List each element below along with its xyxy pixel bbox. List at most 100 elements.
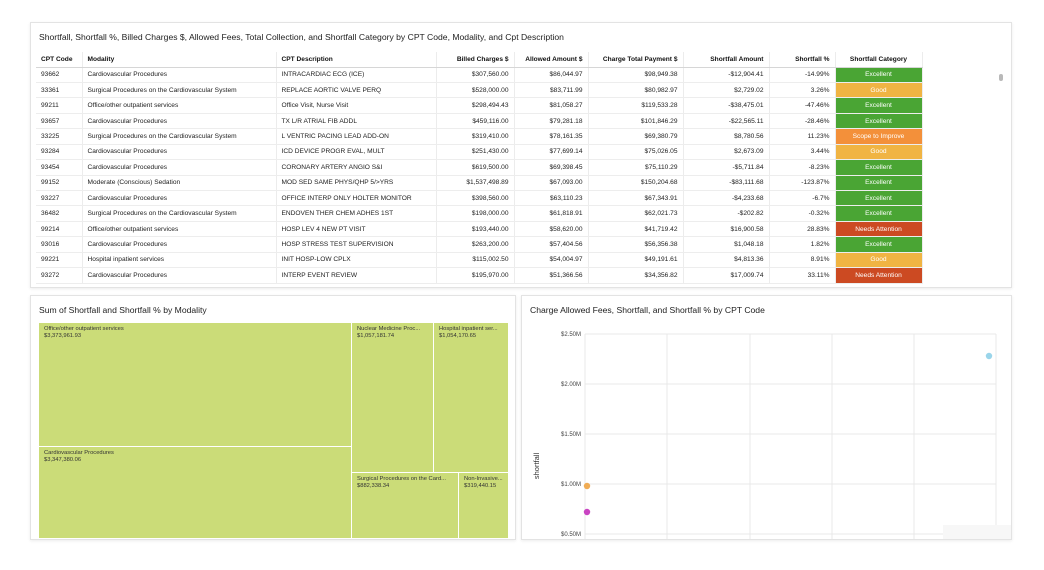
column-header-modality[interactable]: Modality — [82, 52, 277, 68]
allowed-amount-cell: $67,093.00 — [514, 175, 589, 192]
shortfall-amount-cell: -$22,565.11 — [683, 113, 770, 130]
table-row[interactable]: 99214 Office/other outpatient services HO… — [36, 221, 923, 238]
billed-charges-cell: $115,002.50 — [436, 252, 515, 269]
allowed-amount-cell: $79,281.18 — [514, 113, 589, 130]
table-row[interactable]: 93227 Cardiovascular Procedures OFFICE INT… — [36, 190, 923, 207]
modality-cell: Cardiovascular Procedures — [82, 236, 277, 253]
shortfall-percent-cell: -8.23% — [769, 159, 836, 176]
shortfall-percent-cell: 1.82% — [769, 236, 836, 253]
table-row[interactable]: 36482 Surgical Procedures on the Cardiova… — [36, 205, 923, 222]
shortfall-percent-cell: 11.23% — [769, 128, 836, 145]
allowed-amount-cell: $63,110.23 — [514, 190, 589, 207]
charge-total-payment-cell: $75,110.29 — [588, 159, 684, 176]
table-row[interactable]: 93657 Cardiovascular Procedures TX L/R ATR… — [36, 113, 923, 130]
column-header-billed-charges[interactable]: Billed Charges $ — [436, 52, 515, 68]
treemap-cell-hospital-inpatient[interactable]: Hospital inpatient ser... $1,054,170.65 — [434, 323, 509, 473]
treemap-cell-label: Surgical Procedures on the Card... — [357, 476, 446, 482]
treemap-cell-nuclear-medicine[interactable]: Nuclear Medicine Proc... $1,057,181.74 — [352, 323, 434, 473]
billed-charges-cell: $398,560.00 — [436, 190, 515, 207]
column-header-allowed-amount[interactable]: Allowed Amount $ — [514, 52, 589, 68]
cpt-code-cell: 33225 — [36, 128, 83, 145]
charge-total-payment-cell: $67,343.91 — [588, 190, 684, 207]
cpt-code-cell: 93016 — [36, 236, 83, 253]
cpt-description-cell: INTERP EVENT REVIEW — [276, 267, 437, 284]
shortfall-percent-cell: -14.99% — [769, 67, 836, 83]
scrollbar-thumb[interactable] — [999, 74, 1003, 81]
billed-charges-cell: $198,000.00 — [436, 205, 515, 222]
shortfall-percent-cell: -0.32% — [769, 205, 836, 222]
table-row[interactable]: 93454 Cardiovascular Procedures CORONARY A… — [36, 159, 923, 176]
shortfall-amount-cell: -$12,904.41 — [683, 67, 770, 83]
shortfall-category-cell: Excellent — [835, 159, 923, 176]
allowed-amount-cell: $58,620.00 — [514, 221, 589, 238]
table-row[interactable]: 99211 Office/other outpatient services Of… — [36, 97, 923, 114]
column-header-cpt-description[interactable]: CPT Description — [276, 52, 437, 68]
charge-total-payment-cell: $49,191.61 — [588, 252, 684, 269]
table-row[interactable]: 99152 Moderate (Conscious) Sedation MOD SE… — [36, 175, 923, 192]
column-header-shortfall-category[interactable]: Shortfall Category — [835, 52, 923, 68]
shortfall-amount-cell: $2,673.09 — [683, 144, 770, 161]
allowed-amount-cell: $81,058.27 — [514, 97, 589, 114]
modality-cell: Cardiovascular Procedures — [82, 267, 277, 284]
shortfall-category-cell: Scope to Improve — [835, 128, 923, 145]
shortfall-percent-cell: -123.87% — [769, 175, 836, 192]
treemap-cell-non-invasive[interactable]: Non-Invasive... $319,440.15 — [459, 473, 509, 539]
table-row[interactable]: 93662 Cardiovascular Procedures INTRACARDI… — [36, 67, 923, 83]
charge-total-payment-cell: $69,380.79 — [588, 128, 684, 145]
table-body: 93662 Cardiovascular Procedures INTRACARDI… — [36, 67, 923, 284]
shortfall-percent-cell: -6.7% — [769, 190, 836, 207]
column-header-shortfall-amount[interactable]: Shortfall Amount — [683, 52, 770, 68]
modality-cell: Cardiovascular Procedures — [82, 67, 277, 83]
y-tick-label: $1.50M — [561, 432, 581, 438]
column-header-shortfall-percent[interactable]: Shortfall % — [769, 52, 836, 68]
modality-cell: Cardiovascular Procedures — [82, 159, 277, 176]
treemap-cell-cardiovascular[interactable]: Cardiovascular Procedures $3,347,380.06 — [39, 447, 352, 539]
treemap-cell-surgical-cardiovascular[interactable]: Surgical Procedures on the Card... $882,3… — [352, 473, 459, 539]
treemap-title: Sum of Shortfall and Shortfall % by Moda… — [39, 305, 207, 315]
treemap-cell-office-outpatient[interactable]: Office/other outpatient services $3,373,9… — [39, 323, 352, 447]
allowed-amount-cell: $78,161.35 — [514, 128, 589, 145]
cpt-description-cell: MOD SED SAME PHYS/QHP 5/>YRS — [276, 175, 437, 192]
panel-corner-fade — [943, 525, 1011, 539]
table-row[interactable]: 93284 Cardiovascular Procedures ICD DEVICE… — [36, 144, 923, 161]
table-row[interactable]: 33361 Surgical Procedures on the Cardiova… — [36, 82, 923, 99]
shortfall-amount-cell: -$5,711.84 — [683, 159, 770, 176]
column-header-cpt-code[interactable]: CPT Code — [36, 52, 83, 68]
scatter-point[interactable] — [583, 508, 591, 516]
dashboard-canvas: Shortfall, Shortfall %, Billed Charges $… — [0, 0, 1044, 570]
shortfall-amount-cell: -$202.82 — [683, 205, 770, 222]
allowed-amount-cell: $69,398.45 — [514, 159, 589, 176]
table-header-row: CPT Code Modality CPT Description Billed Ch… — [36, 52, 923, 68]
column-header-charge-total-payment[interactable]: Charge Total Payment $ — [588, 52, 684, 68]
scatter-point[interactable] — [583, 482, 591, 490]
allowed-amount-cell: $83,711.99 — [514, 82, 589, 99]
shortfall-category-cell: Good — [835, 144, 923, 161]
allowed-amount-cell: $61,818.91 — [514, 205, 589, 222]
cpt-code-cell: 93227 — [36, 190, 83, 207]
table-row[interactable]: 93272 Cardiovascular Procedures INTERP EVE… — [36, 267, 923, 284]
shortfall-category-cell: Excellent — [835, 97, 923, 114]
charge-total-payment-cell: $41,719.42 — [588, 221, 684, 238]
treemap-cell-label: Office/other outpatient services — [44, 326, 124, 332]
cpt-code-cell: 36482 — [36, 205, 83, 222]
billed-charges-cell: $307,560.00 — [436, 67, 515, 83]
charge-total-payment-cell: $119,533.28 — [588, 97, 684, 114]
shortfall-amount-cell: $4,813.36 — [683, 252, 770, 269]
table-row[interactable]: 33225 Surgical Procedures on the Cardiova… — [36, 128, 923, 145]
charge-total-payment-cell: $150,204.68 — [588, 175, 684, 192]
cpt-code-cell: 93272 — [36, 267, 83, 284]
treemap-cell-value: $319,440.15 — [464, 482, 497, 489]
scatter-point[interactable] — [985, 352, 993, 360]
cpt-description-cell: HOSP LEV 4 NEW PT VISIT — [276, 221, 437, 238]
treemap-cell-label: Hospital inpatient ser... — [439, 326, 498, 332]
shortfall-category-cell: Good — [835, 252, 923, 269]
treemap-cell-label: Nuclear Medicine Proc... — [357, 326, 421, 332]
modality-treemap-panel: Sum of Shortfall and Shortfall % by Moda… — [30, 295, 516, 540]
shortfall-amount-cell: -$4,233.68 — [683, 190, 770, 207]
treemap-cell-value: $3,347,380.06 — [44, 456, 82, 463]
table-row[interactable]: 93016 Cardiovascular Procedures HOSP STRES… — [36, 236, 923, 253]
shortfall-percent-cell: 33.11% — [769, 267, 836, 284]
cpt-description-cell: ICD DEVICE PROGR EVAL, MULT — [276, 144, 437, 161]
shortfall-category-cell: Good — [835, 82, 923, 99]
table-row[interactable]: 99221 Hospital inpatient services INIT HOS… — [36, 252, 923, 269]
